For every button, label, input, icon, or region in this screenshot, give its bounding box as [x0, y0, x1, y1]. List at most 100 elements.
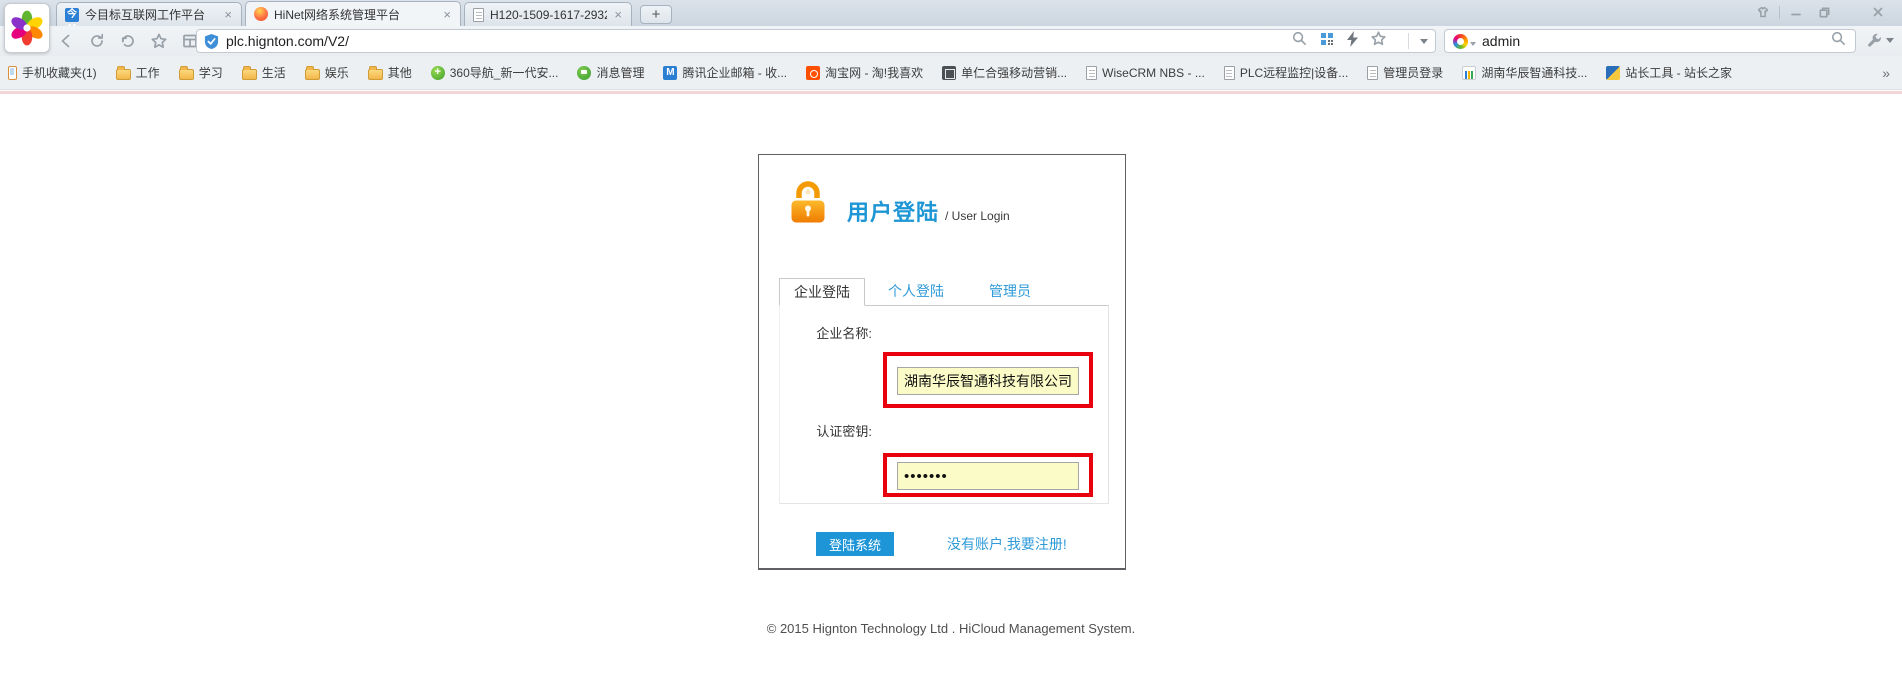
enterprise-name-label: 企业名称:	[810, 324, 872, 344]
search-engine-dropdown-icon[interactable]	[1470, 42, 1476, 46]
bookmark-folder[interactable]: 工作	[116, 64, 160, 81]
blank-page-icon	[473, 8, 484, 22]
bookmark-label: 其他	[388, 64, 412, 81]
bookmark-item[interactable]: WiseCRM NBS - ...	[1086, 66, 1205, 80]
zoom-search-icon[interactable]	[1291, 30, 1308, 52]
close-tab-icon[interactable]: ×	[442, 8, 452, 21]
folder-icon	[305, 69, 320, 80]
bookmark-item[interactable]: 管理员登录	[1367, 64, 1443, 81]
url-dropdown-icon[interactable]	[1420, 39, 1428, 44]
bookmark-label: 手机收藏夹(1)	[22, 64, 97, 81]
tab-jinmubiao[interactable]: 今 今目标互联网工作平台 ×	[56, 2, 242, 26]
bookmark-folder[interactable]: 其他	[368, 64, 412, 81]
dark-app-icon	[942, 66, 956, 80]
chinaz-icon	[1606, 66, 1620, 80]
folder-icon	[179, 69, 194, 80]
url-text[interactable]: plc.hignton.com/V2/	[226, 33, 1291, 49]
folder-icon	[368, 69, 383, 80]
tab-hinet[interactable]: HiNet网络系统管理平台 ×	[245, 1, 461, 26]
tab-personal-login[interactable]: 个人登陆	[873, 278, 959, 306]
nav-icons	[56, 26, 200, 56]
login-submit-button[interactable]: 登陆系统	[816, 532, 894, 556]
bookmark-label: PLC远程监控|设备...	[1240, 64, 1348, 81]
qr-code-icon[interactable]	[1319, 31, 1335, 52]
search-input[interactable]: admin	[1482, 33, 1830, 49]
tools-menu[interactable]	[1866, 32, 1894, 49]
back-icon[interactable]	[56, 31, 76, 51]
tab-enterprise-login[interactable]: 企业登陆	[779, 278, 865, 306]
tab-h120[interactable]: H120-1509-1617-2932-77 ×	[464, 2, 632, 26]
page-content: 用户登陆 / User Login 企业登陆 个人登陆 管理员 企业名称: 认证…	[0, 94, 1902, 678]
bookmark-star-icon[interactable]	[1370, 30, 1387, 52]
bookmark-label: 站长工具 - 站长之家	[1625, 64, 1732, 81]
bookmark-folder[interactable]: 娱乐	[305, 64, 349, 81]
mail-icon	[663, 66, 677, 80]
window-controls	[1749, 3, 1892, 21]
tab-title: 今目标互联网工作平台	[85, 6, 217, 23]
bookmark-label: 学习	[199, 64, 223, 81]
bookmark-item[interactable]: 单仁合强移动营销...	[942, 64, 1067, 81]
bookmark-folder[interactable]: 学习	[179, 64, 223, 81]
tab-strip: 今 今目标互联网工作平台 × HiNet网络系统管理平台 × H120-1509…	[0, 0, 1902, 26]
close-tab-icon[interactable]: ×	[223, 8, 233, 21]
bookmark-label: 管理员登录	[1383, 64, 1443, 81]
highlight-box	[883, 453, 1093, 497]
login-form-panel: 企业名称: 认证密钥:	[779, 305, 1109, 504]
favorites-star-icon[interactable]	[149, 31, 169, 51]
speed-mode-lightning-icon[interactable]	[1346, 31, 1359, 52]
tabs-container: 今 今目标互联网工作平台 × HiNet网络系统管理平台 × H120-1509…	[56, 2, 672, 26]
bookmarks-bar: 手机收藏夹(1) 工作 学习 生活 娱乐 其他 360导航_新一代安... 消	[0, 56, 1902, 90]
login-tabs: 企业登陆 个人登陆 管理员	[779, 278, 1109, 306]
tab-admin-login[interactable]: 管理员	[967, 278, 1053, 306]
auth-key-label: 认证密钥:	[810, 422, 872, 442]
bookmark-item[interactable]: 站长工具 - 站长之家	[1606, 64, 1732, 81]
bookmark-label: 单仁合强移动营销...	[961, 64, 1067, 81]
close-button[interactable]	[1864, 4, 1892, 21]
bookmark-item[interactable]: 湖南华辰智通科技...	[1462, 64, 1587, 81]
auth-key-field[interactable]	[897, 462, 1079, 490]
browser-logo[interactable]	[4, 3, 50, 53]
login-header: 用户登陆 / User Login	[847, 195, 1010, 227]
bookmark-item[interactable]: 360导航_新一代安...	[431, 64, 559, 81]
minimize-button[interactable]	[1782, 4, 1810, 21]
divider	[1779, 6, 1780, 19]
new-tab-button[interactable]: +	[640, 5, 672, 24]
phone-icon	[8, 66, 17, 80]
lock-icon	[785, 175, 831, 232]
folder-icon	[242, 69, 257, 80]
bookmark-item[interactable]: 手机收藏夹(1)	[8, 64, 97, 81]
restore-button[interactable]	[1810, 4, 1838, 21]
bookmark-item[interactable]: 淘宝网 - 淘!我喜欢	[806, 64, 923, 81]
bookmark-label: 工作	[136, 64, 160, 81]
bookmark-label: 湖南华辰智通科技...	[1481, 64, 1587, 81]
bookmark-item[interactable]: 消息管理	[577, 64, 644, 81]
search-go-icon[interactable]	[1830, 30, 1847, 52]
close-tab-icon[interactable]: ×	[613, 8, 623, 21]
bookmark-label: 生活	[262, 64, 286, 81]
theme-skin-icon[interactable]	[1749, 4, 1777, 21]
page-title: 用户登陆	[847, 195, 939, 227]
bookmarks-overflow-chevron[interactable]: »	[1882, 65, 1894, 81]
bookmark-item[interactable]: PLC远程监控|设备...	[1224, 64, 1348, 81]
tab-title: HiNet网络系统管理平台	[274, 6, 436, 23]
browser-window: 今 今目标互联网工作平台 × HiNet网络系统管理平台 × H120-1509…	[0, 0, 1902, 678]
page-icon	[1086, 66, 1097, 80]
pinwheel-icon	[8, 9, 46, 47]
enterprise-name-field[interactable]	[897, 367, 1079, 395]
jin-app-icon: 今	[65, 8, 79, 22]
bookmark-folder[interactable]: 生活	[242, 64, 286, 81]
page-icon	[1224, 66, 1235, 80]
login-box: 用户登陆 / User Login 企业登陆 个人登陆 管理员 企业名称: 认证…	[758, 154, 1126, 570]
register-link[interactable]: 没有账户,我要注册!	[947, 534, 1067, 554]
highlight-box	[883, 352, 1093, 408]
bookmark-label: 淘宝网 - 淘!我喜欢	[825, 64, 923, 81]
search-engine-icon[interactable]	[1453, 34, 1468, 49]
address-bar[interactable]: plc.hignton.com/V2/	[196, 29, 1436, 53]
refresh-icon[interactable]	[87, 31, 107, 51]
spacer	[959, 278, 967, 306]
bookmark-item[interactable]: 腾讯企业邮箱 - 收...	[663, 64, 787, 81]
search-bar[interactable]: admin	[1444, 29, 1856, 53]
site-safety-shield-icon	[204, 33, 219, 50]
undo-icon[interactable]	[118, 31, 138, 51]
chart-icon	[1462, 66, 1476, 80]
